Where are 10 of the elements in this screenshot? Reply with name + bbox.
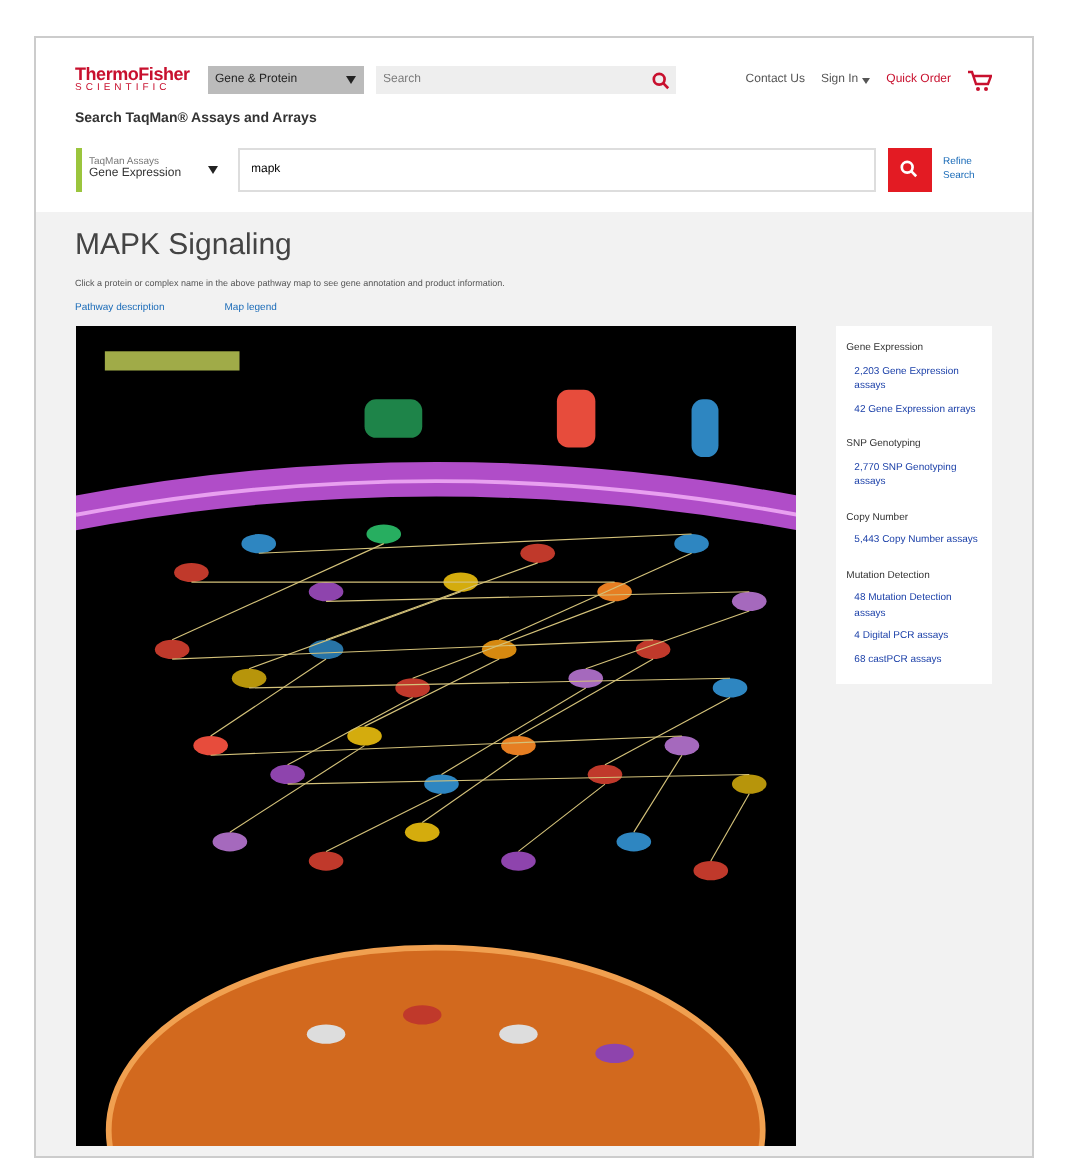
search-button[interactable] xyxy=(647,66,675,94)
cart-icon[interactable] xyxy=(967,69,991,91)
caret-icon xyxy=(862,77,871,83)
pathway-map-drawing[interactable] xyxy=(75,326,797,1147)
search-icon xyxy=(652,71,670,89)
page-title: MAPK Signaling xyxy=(75,225,294,265)
caret-icon xyxy=(207,165,217,173)
search-button[interactable] xyxy=(887,147,931,191)
search-icon xyxy=(900,160,918,178)
caret-icon xyxy=(345,76,355,84)
